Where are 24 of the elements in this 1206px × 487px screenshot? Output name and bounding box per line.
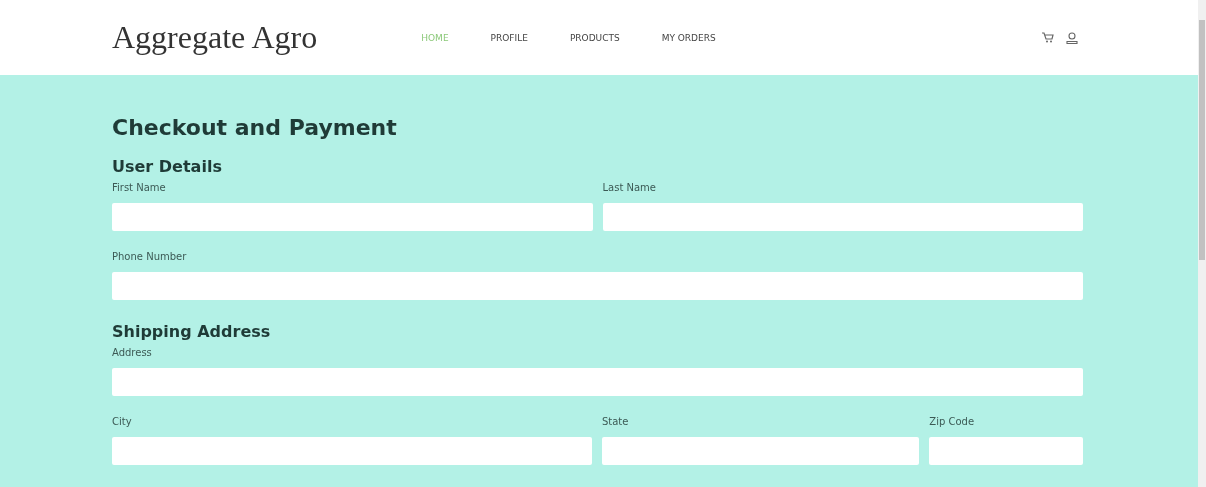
input-field[interactable] — [112, 203, 593, 231]
field-label: Address — [112, 347, 153, 360]
input-field[interactable] — [601, 437, 920, 465]
field-label: Phone Number — [112, 251, 188, 264]
page-title: Checkout and Payment — [112, 115, 398, 140]
field-label: State — [601, 416, 630, 429]
input-field[interactable] — [602, 203, 1083, 231]
field-label: City — [112, 416, 133, 429]
field-label: Zip Code — [929, 416, 976, 429]
cart-icon[interactable] — [1042, 32, 1054, 43]
field-label: First Name — [112, 182, 167, 195]
input-field[interactable] — [112, 272, 1083, 300]
section-heading: User Details — [112, 157, 223, 176]
input-field[interactable] — [929, 437, 1083, 465]
scrollbar[interactable] — [1198, 0, 1206, 487]
input-field[interactable] — [112, 368, 1083, 396]
input-field[interactable] — [112, 437, 592, 465]
nav-link[interactable]: PROFILE — [490, 32, 528, 43]
brand-logo[interactable]: Aggregate Agro — [112, 19, 318, 56]
user-icon[interactable] — [1066, 31, 1078, 44]
nav-link[interactable]: PRODUCTS — [569, 32, 620, 43]
field-label: Last Name — [602, 182, 657, 195]
section-heading: Shipping Address — [112, 322, 272, 341]
nav-link[interactable]: MY ORDERS — [661, 32, 716, 43]
